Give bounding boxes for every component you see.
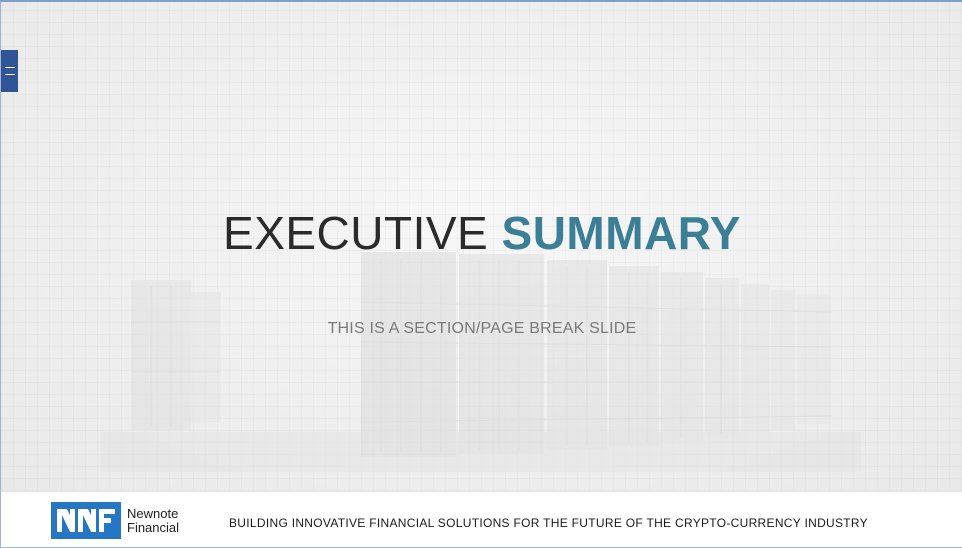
slide-title: EXECUTIVE SUMMARY [1, 206, 962, 260]
rack-7 [741, 284, 769, 434]
logo-line-1: Newnote [127, 505, 179, 521]
company-logo: Newnote Financial [51, 502, 179, 539]
logo-wordmark: Newnote Financial [127, 505, 180, 535]
title-part-executive: EXECUTIVE [223, 207, 489, 259]
slide-footer: Newnote Financial BUILDING INNOVATIVE FI… [1, 491, 962, 547]
hamburger-icon [4, 67, 15, 75]
rack-left-2 [191, 292, 221, 422]
logo-line-2: Financial [127, 519, 180, 535]
menu-toggle-button[interactable] [1, 50, 18, 92]
rack-2 [459, 254, 544, 454]
rack-left-1 [131, 280, 191, 430]
slide-subtitle: THIS IS A SECTION/PAGE BREAK SLIDE [327, 320, 637, 337]
rack-5 [661, 272, 703, 442]
rack-1 [361, 252, 456, 457]
footer-tagline: BUILDING INNOVATIVE FINANCIAL SOLUTIONS … [229, 516, 868, 530]
nnf-logo-icon [51, 502, 121, 539]
slide: EXECUTIVE SUMMARY THIS IS A SECTION/PAGE… [0, 0, 962, 548]
rack-6 [705, 278, 739, 438]
rack-9 [797, 294, 831, 424]
rack-3 [547, 260, 607, 450]
title-part-summary: SUMMARY [501, 207, 741, 259]
